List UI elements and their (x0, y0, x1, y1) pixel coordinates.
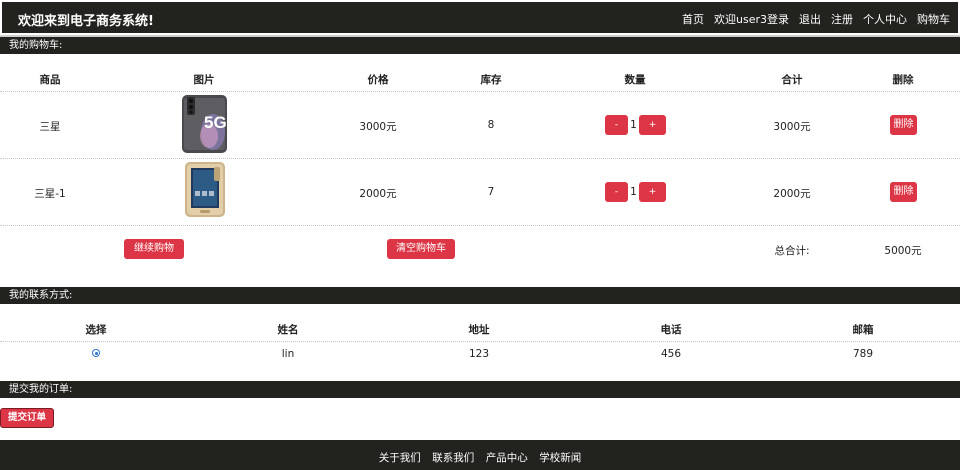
quantity-plus-button[interactable]: + (639, 182, 666, 202)
cart-item-price: 3000元 (359, 121, 397, 133)
quantity-value: 1 (630, 186, 637, 198)
top-nav: 首页 欢迎user3登录 退出 注册 个人中心 购物车 (672, 11, 950, 27)
cart-item-subtotal: 2000元 (773, 188, 811, 200)
contact-select-radio[interactable] (92, 349, 100, 357)
cart-item-name: 三星 (39, 121, 61, 133)
quantity-minus-button[interactable]: - (605, 115, 628, 135)
contact-phone: 456 (660, 348, 682, 360)
contact-col-address: 地址 (468, 324, 490, 336)
contact-section-title: 我的联系方式: (0, 287, 960, 304)
submit-order-button[interactable]: 提交订单 (0, 408, 54, 428)
contact-col-phone: 电话 (660, 324, 682, 336)
footer-link-about[interactable]: 关于我们 (379, 452, 421, 464)
quantity-value: 1 (630, 119, 637, 131)
contact-name: lin (281, 348, 295, 360)
table-divider (0, 341, 960, 342)
cart-item-name: 三星-1 (34, 188, 66, 200)
cart-total-label: 总合计: (774, 245, 810, 257)
cart-col-stock: 库存 (480, 74, 502, 86)
quantity-plus-button[interactable]: + (639, 115, 666, 135)
quantity-stepper: - 1 + (605, 182, 666, 202)
phone-image-samsung-gold (185, 162, 225, 217)
cart-item-stock: 7 (487, 186, 495, 198)
nav-cart[interactable]: 购物车 (917, 11, 950, 27)
contact-address: 123 (468, 348, 490, 360)
cart-col-product: 商品 (39, 74, 61, 86)
contact-email: 789 (852, 348, 874, 360)
top-header-bar: 欢迎来到电子商务系统! 首页 欢迎user3登录 退出 注册 个人中心 购物车 (2, 2, 958, 33)
quantity-minus-button[interactable]: - (605, 182, 628, 202)
table-divider (0, 225, 960, 226)
footer-link-contact[interactable]: 联系我们 (432, 452, 474, 464)
clear-cart-button[interactable]: 清空购物车 (387, 239, 455, 259)
cart-col-quantity: 数量 (624, 74, 646, 86)
nav-register[interactable]: 注册 (831, 11, 853, 27)
cart-total-value: 5000元 (884, 245, 922, 257)
cart-col-price: 价格 (367, 74, 389, 86)
cart-col-subtotal: 合计 (781, 74, 803, 86)
cart-item-subtotal: 3000元 (773, 121, 811, 133)
contact-col-email: 邮箱 (852, 324, 874, 336)
nav-welcome-user[interactable]: 欢迎user3登录 (714, 11, 789, 27)
delete-item-button[interactable]: 删除 (890, 115, 917, 135)
footer-links: 关于我们 联系我们 产品中心 学校新闻 (0, 450, 960, 465)
phone-image-samsung-s20: 5G (182, 95, 227, 153)
svg-text:5G: 5G (204, 113, 227, 132)
contact-col-select: 选择 (85, 324, 107, 336)
cart-col-image: 图片 (193, 74, 215, 86)
cart-section-title: 我的购物车: (0, 37, 960, 54)
nav-home[interactable]: 首页 (682, 11, 704, 27)
contact-col-name: 姓名 (277, 324, 299, 336)
cart-item-price: 2000元 (359, 188, 397, 200)
nav-logout[interactable]: 退出 (799, 11, 821, 27)
order-section-title: 提交我的订单: (0, 381, 960, 398)
site-title: 欢迎来到电子商务系统! (18, 14, 154, 29)
continue-shopping-button[interactable]: 继续购物 (124, 239, 184, 259)
delete-item-button[interactable]: 删除 (890, 182, 917, 202)
page-footer: 关于我们 联系我们 产品中心 学校新闻 (0, 440, 960, 470)
cart-item-stock: 8 (487, 119, 495, 131)
table-divider (0, 158, 960, 159)
footer-link-news[interactable]: 学校新闻 (539, 452, 581, 464)
footer-link-products[interactable]: 产品中心 (486, 452, 528, 464)
table-divider (0, 91, 960, 92)
quantity-stepper: - 1 + (605, 115, 666, 135)
nav-personal-center[interactable]: 个人中心 (863, 11, 907, 27)
cart-col-delete: 删除 (892, 74, 914, 86)
